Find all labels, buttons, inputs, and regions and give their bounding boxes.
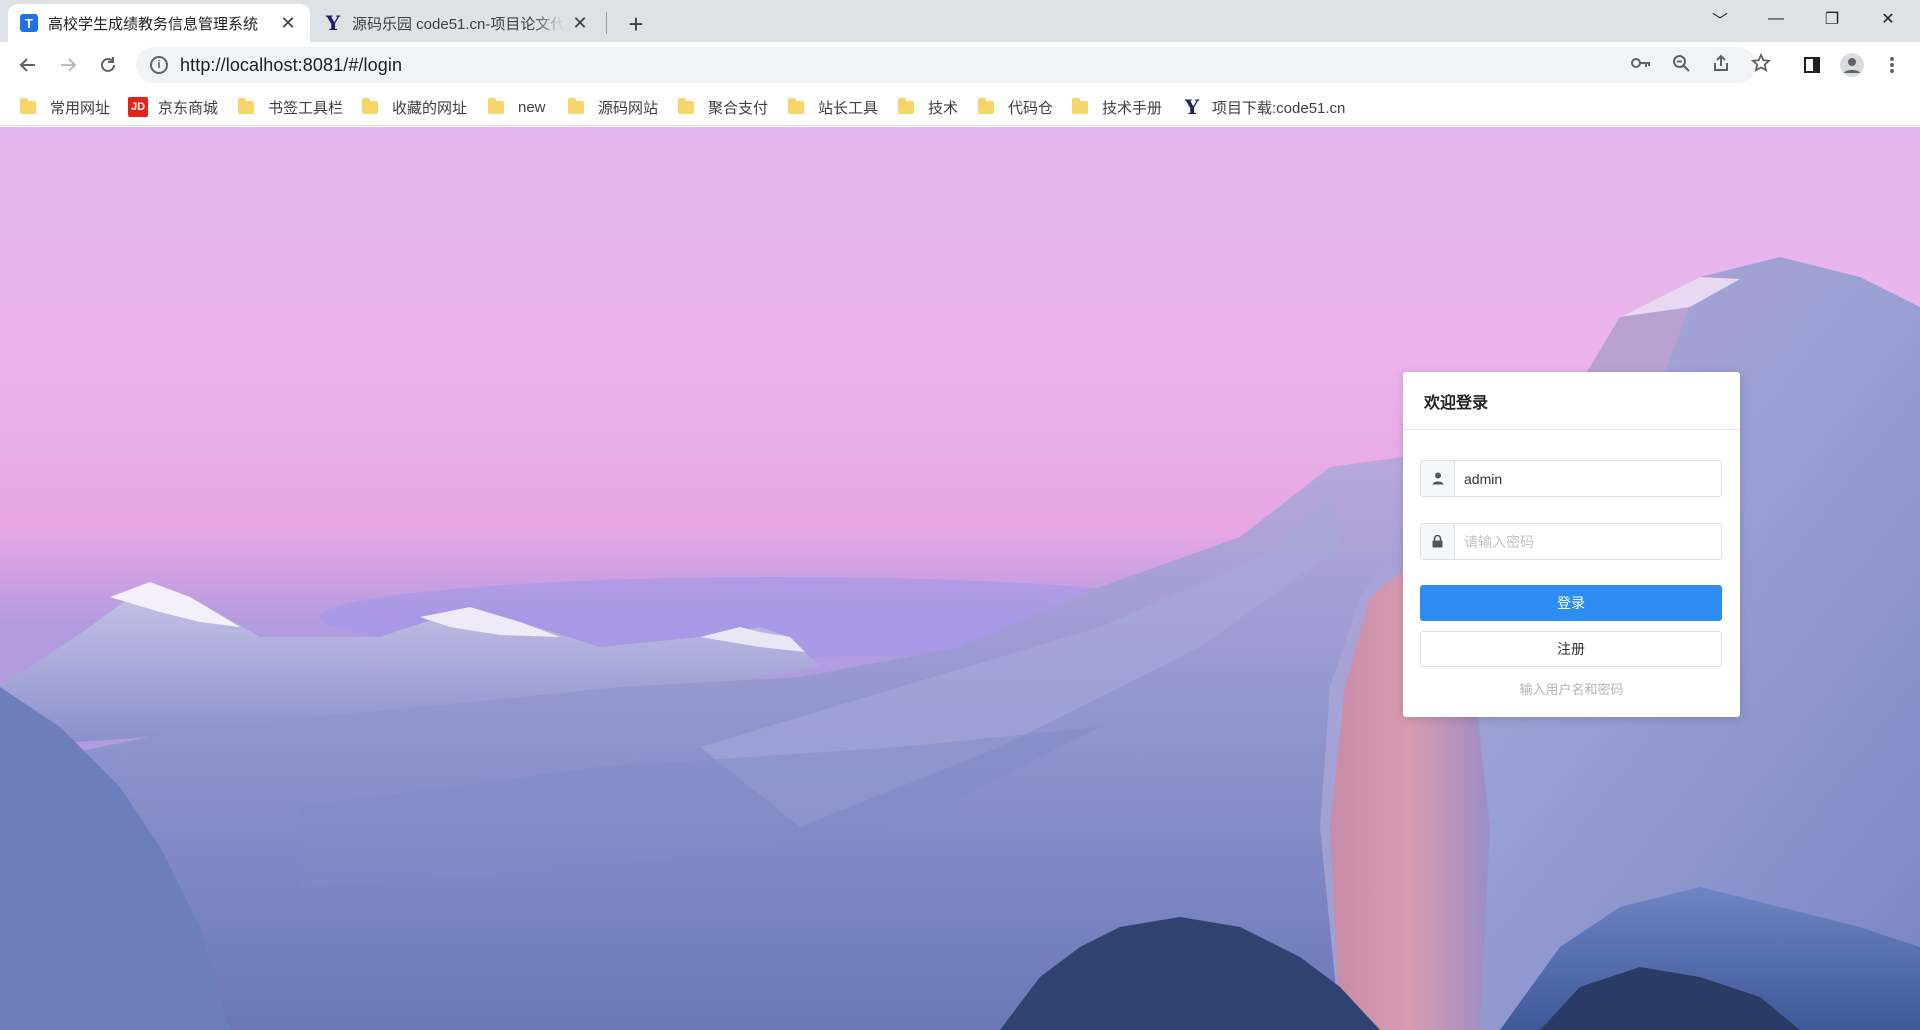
folder-icon	[488, 97, 504, 114]
tab-separator	[606, 12, 607, 34]
bookmark-item[interactable]: JD 京东商城	[128, 94, 218, 120]
forward-arrow-icon	[61, 58, 77, 72]
login-title: 欢迎登录	[1403, 372, 1740, 430]
browser-toolbar: i http://localhost:8081/#/login	[0, 42, 1920, 88]
bookmarks-bar: 常用网址 JD 京东商城 书签工具栏 收藏的网址 new 源码网站 聚合支付 站长…	[0, 88, 1920, 126]
password-key-icon[interactable]	[1628, 50, 1654, 76]
tab-inactive[interactable]: Y 源码乐园 code51.cn-项目论文代 ✕	[312, 4, 602, 42]
back-arrow-icon	[19, 58, 35, 72]
username-input[interactable]	[1455, 461, 1721, 496]
bookmark-item[interactable]: Y 项目下载:code51.cn	[1182, 94, 1346, 120]
tab-title: 高校学生成绩教务信息管理系统	[48, 15, 259, 33]
close-window-button[interactable]: ✕	[1860, 0, 1916, 38]
login-button[interactable]: 登录	[1420, 585, 1722, 621]
new-tab-button[interactable]: +	[620, 8, 652, 40]
url-text[interactable]: http://localhost:8081/#/login	[180, 55, 402, 76]
bookmark-item[interactable]: 代码仓	[978, 94, 1053, 120]
tab-search-button[interactable]: ﹀	[1692, 0, 1748, 38]
bookmark-item[interactable]: new	[488, 94, 546, 120]
tab-close-icon[interactable]: ✕	[278, 13, 298, 33]
reload-icon	[101, 57, 115, 72]
tab-active[interactable]: T 高校学生成绩教务信息管理系统 ✕	[8, 4, 310, 42]
bookmark-item[interactable]: 常用网址	[20, 94, 110, 120]
forward-button[interactable]	[52, 49, 84, 81]
folder-icon	[678, 97, 694, 114]
login-hint: 输入用户名和密码	[1519, 682, 1624, 697]
minimize-button[interactable]: —	[1748, 0, 1804, 38]
password-input[interactable]	[1455, 524, 1721, 559]
address-bar[interactable]: i http://localhost:8081/#/login	[136, 47, 1756, 83]
back-button[interactable]	[12, 49, 44, 81]
bookmark-item[interactable]: 源码网站	[568, 94, 658, 120]
profile-avatar-icon[interactable]	[1838, 51, 1866, 79]
folder-icon	[20, 97, 36, 114]
tab-title: 源码乐园 code51.cn-项目论文代	[352, 15, 564, 33]
folder-icon	[568, 97, 584, 114]
zoom-icon[interactable]	[1668, 50, 1694, 76]
folder-icon	[898, 97, 914, 114]
bookmark-item[interactable]: 技术手册	[1072, 94, 1162, 120]
bookmark-star-icon[interactable]	[1748, 50, 1774, 76]
bookmark-item[interactable]: 技术	[898, 94, 958, 120]
tab-favicon-icon: T	[20, 14, 38, 32]
side-panel-icon[interactable]	[1798, 51, 1826, 79]
login-card: 欢迎登录 登录 注册 输入用户名和密码	[1403, 372, 1740, 717]
folder-icon	[978, 97, 994, 114]
share-icon[interactable]	[1708, 50, 1734, 76]
tab-close-icon[interactable]: ✕	[570, 13, 590, 33]
register-button[interactable]: 注册	[1420, 631, 1722, 667]
restore-button[interactable]: ❐	[1804, 0, 1860, 38]
tab-favicon-icon: Y	[325, 11, 341, 35]
folder-icon	[788, 97, 804, 114]
menu-kebab-icon[interactable]	[1878, 51, 1906, 79]
tab-strip: T 高校学生成绩教务信息管理系统 ✕ Y 源码乐园 code51.cn-项目论文…	[0, 0, 1920, 42]
bookmark-item[interactable]: 收藏的网址	[362, 94, 467, 120]
bookmark-item[interactable]: 聚合支付	[678, 94, 768, 120]
jd-icon: JD	[128, 97, 148, 117]
lock-icon	[1421, 524, 1455, 559]
y-logo-icon: Y	[1184, 95, 1200, 119]
site-info-icon[interactable]: i	[150, 56, 168, 74]
bookmark-item[interactable]: 站长工具	[788, 94, 878, 120]
folder-icon	[362, 97, 378, 114]
user-icon	[1421, 461, 1455, 496]
password-field[interactable]	[1420, 523, 1722, 560]
username-field[interactable]	[1420, 460, 1722, 497]
login-page: 欢迎登录 登录 注册 输入用户名和密码	[0, 127, 1920, 1030]
folder-icon	[238, 97, 254, 114]
bookmark-item[interactable]: 书签工具栏	[238, 94, 343, 120]
reload-button[interactable]	[92, 49, 124, 81]
folder-icon	[1072, 97, 1088, 114]
